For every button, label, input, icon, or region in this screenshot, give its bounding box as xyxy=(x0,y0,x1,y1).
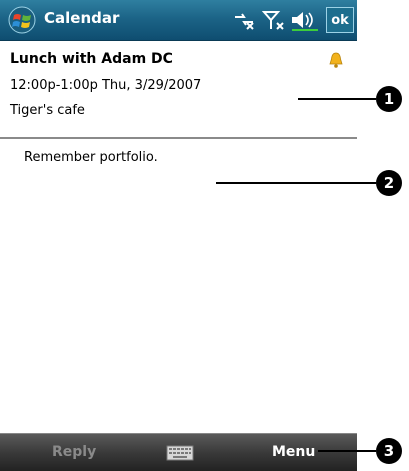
section-divider xyxy=(0,137,357,139)
appointment-title: Lunch with Adam DC xyxy=(10,51,173,67)
callout-line-1 xyxy=(298,98,376,100)
bell-icon xyxy=(329,52,343,68)
ok-button[interactable]: ok xyxy=(326,7,354,33)
callout-number-2: 2 xyxy=(376,170,402,196)
appointment-time: 12:00p-1:00p Thu, 3/29/2007 xyxy=(10,78,202,93)
signal-icon[interactable] xyxy=(262,9,286,31)
title-bar: Calendar ok xyxy=(0,0,357,41)
callout-number-3: 3 xyxy=(376,438,402,464)
volume-icon[interactable] xyxy=(290,9,320,31)
pda-screen: Calendar ok Lunch with Adam DC 12:00p-1:… xyxy=(0,0,357,471)
menu-bar: Reply Menu xyxy=(0,433,357,471)
appointment-location: Tiger's cafe xyxy=(10,103,85,118)
notes-text[interactable]: Remember portfolio. xyxy=(24,150,158,165)
menu-button[interactable]: Menu xyxy=(272,444,315,460)
callout-number-1: 1 xyxy=(376,86,402,112)
callout-line-3 xyxy=(318,450,376,452)
connectivity-icon[interactable] xyxy=(232,9,256,31)
callout-line-2 xyxy=(216,182,376,184)
reply-button[interactable]: Reply xyxy=(52,444,96,460)
keyboard-icon[interactable] xyxy=(166,445,194,461)
windows-start-icon[interactable] xyxy=(8,6,36,34)
app-title: Calendar xyxy=(44,9,120,27)
